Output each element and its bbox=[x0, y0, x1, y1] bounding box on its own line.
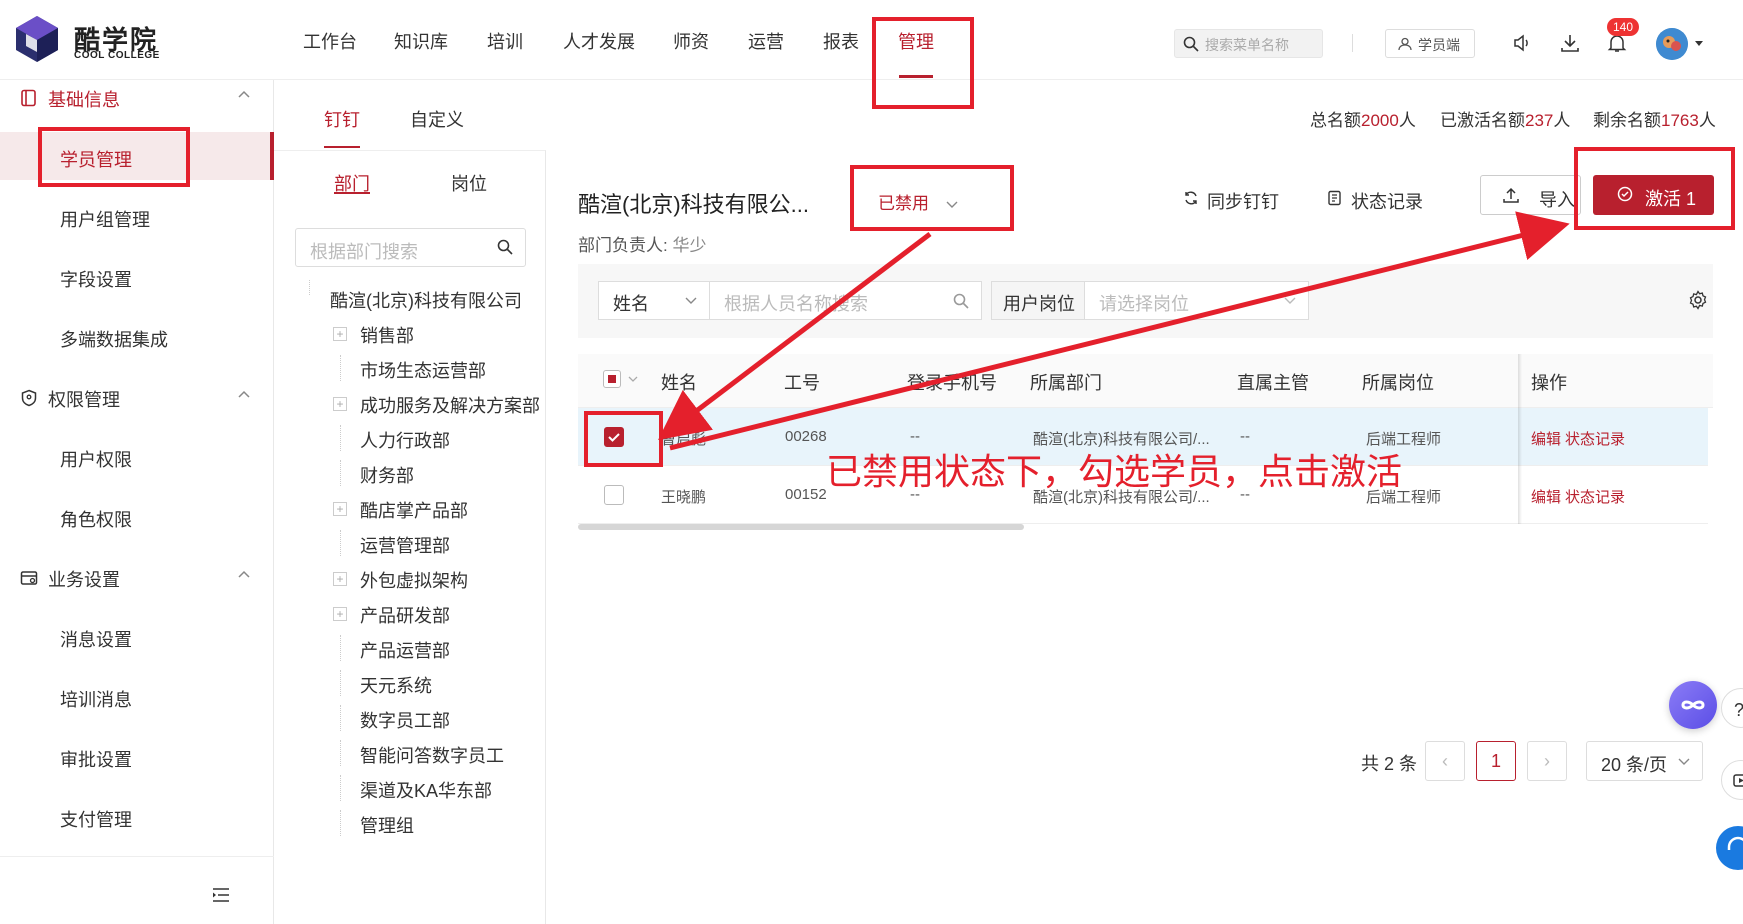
arrow-to-checkbox bbox=[658, 232, 932, 441]
annotation-note: 已禁用状态下，勾选学员，点击激活 bbox=[826, 451, 1403, 492]
arrow-to-activate bbox=[669, 211, 1570, 451]
